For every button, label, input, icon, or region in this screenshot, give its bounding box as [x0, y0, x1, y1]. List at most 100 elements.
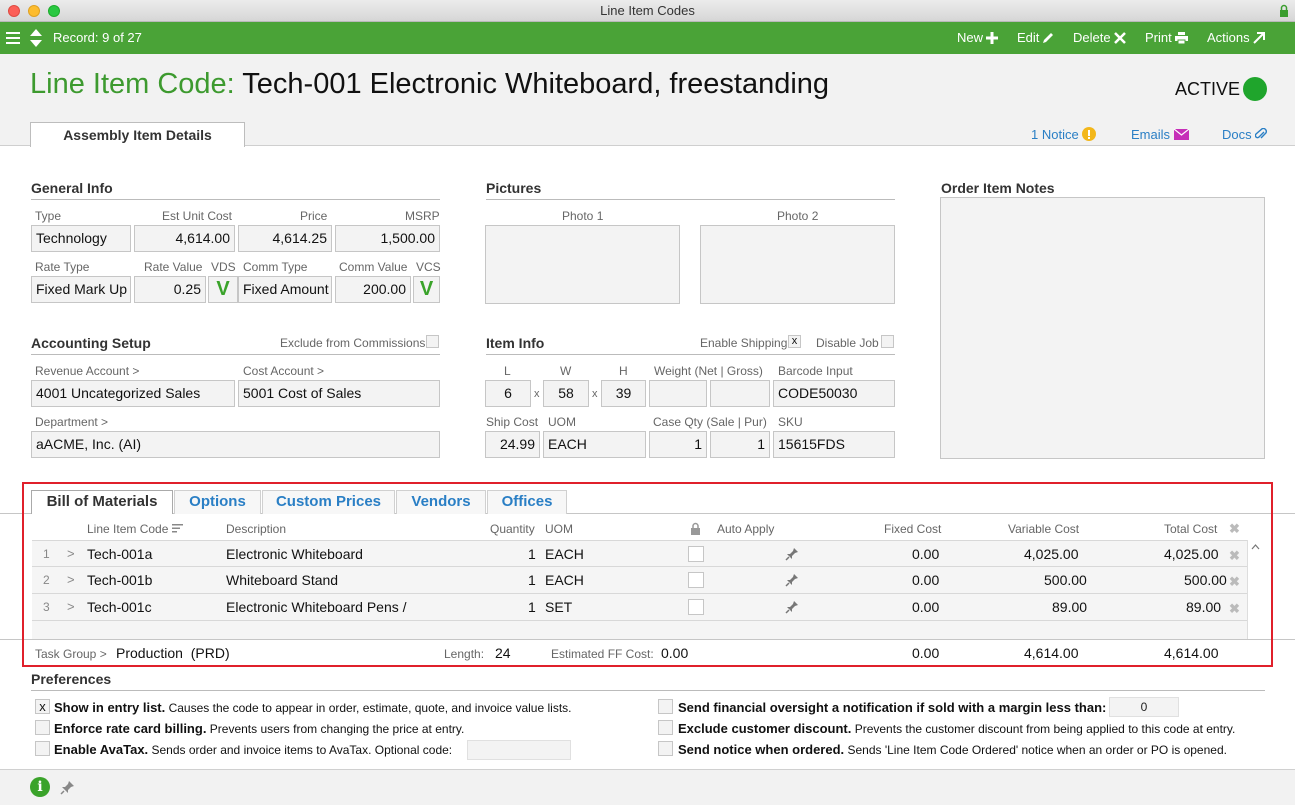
- cost-account-field[interactable]: 5001 Cost of Sales: [238, 380, 440, 407]
- dim-separator: x: [534, 388, 540, 400]
- new-button[interactable]: New: [957, 22, 999, 54]
- notice-ordered-desc: Sends 'Line Item Code Ordered' notice wh…: [844, 743, 1227, 757]
- comm-value-field[interactable]: 200.00: [335, 276, 411, 303]
- notice-ordered-checkbox[interactable]: [658, 741, 673, 756]
- show-entry-checkbox[interactable]: x: [35, 699, 50, 714]
- width-label: W: [560, 364, 572, 378]
- actions-label: Actions: [1207, 30, 1250, 45]
- delete-button[interactable]: Delete: [1073, 22, 1126, 54]
- case-qty-pur-field[interactable]: 1: [710, 431, 770, 458]
- case-qty-sale-field[interactable]: 1: [649, 431, 707, 458]
- vcs-check-icon[interactable]: V: [413, 276, 440, 303]
- enable-shipping-label: Enable Shipping: [700, 336, 788, 350]
- new-label: New: [957, 30, 984, 45]
- avatax-desc: Sends order and invoice items to AvaTax.…: [148, 743, 453, 757]
- revenue-account-label[interactable]: Revenue Account >: [35, 364, 139, 378]
- exclude-discount-bold: Exclude customer discount.: [678, 721, 852, 736]
- close-window-button[interactable]: [8, 5, 20, 17]
- length-field[interactable]: 6: [485, 380, 531, 407]
- notice-ordered-bold: Send notice when ordered.: [678, 742, 845, 757]
- exclude-discount-text: Exclude customer discount. Prevents the …: [678, 721, 1235, 736]
- photo2-label: Photo 2: [777, 209, 819, 223]
- envelope-icon: [1173, 128, 1190, 140]
- weight-net-field[interactable]: [649, 380, 707, 407]
- width-field[interactable]: 58: [543, 380, 589, 407]
- exclude-commissions-label: Exclude from Commissions: [280, 336, 426, 350]
- rate-card-bold: Enforce rate card billing.: [54, 721, 207, 736]
- rate-type-field[interactable]: Fixed Mark Up: [31, 276, 131, 303]
- order-item-notes-field[interactable]: [940, 197, 1265, 459]
- vds-check-icon[interactable]: V: [208, 276, 238, 303]
- highlight-frame: [22, 482, 1273, 667]
- case-qty-label: Case Qty (Sale | Pur): [653, 415, 767, 429]
- avatax-code-field[interactable]: [467, 740, 571, 760]
- enable-shipping-checkbox[interactable]: x: [788, 335, 801, 348]
- exclude-commissions-checkbox[interactable]: [426, 335, 439, 348]
- department-label[interactable]: Department >: [35, 415, 108, 429]
- page-title: Line Item Code: Tech-001 Electronic Whit…: [30, 68, 829, 101]
- tab-assembly-item-details[interactable]: Assembly Item Details: [30, 122, 245, 147]
- notice-label: 1 Notice: [1031, 127, 1079, 142]
- title-value: Tech-001 Electronic Whiteboard, freestan…: [242, 68, 830, 100]
- minimize-window-button[interactable]: [28, 5, 40, 17]
- pin-icon[interactable]: [60, 780, 75, 795]
- exclude-discount-checkbox[interactable]: [658, 720, 673, 735]
- msrp-field[interactable]: 1,500.00: [335, 225, 440, 252]
- info-icon[interactable]: i: [30, 777, 50, 797]
- dim-separator: x: [592, 388, 598, 400]
- status-indicator: [1243, 77, 1267, 101]
- oversight-checkbox[interactable]: [658, 699, 673, 714]
- edit-button[interactable]: Edit: [1017, 22, 1054, 54]
- exclamation-icon: [1082, 127, 1097, 141]
- avatax-text: Enable AvaTax. Sends order and invoice i…: [54, 742, 452, 757]
- price-label: Price: [300, 209, 328, 223]
- docs-link[interactable]: Docs: [1222, 127, 1268, 142]
- comm-type-field[interactable]: Fixed Amount: [238, 276, 332, 303]
- exclude-discount-desc: Prevents the customer discount from bein…: [851, 722, 1236, 736]
- avatax-checkbox[interactable]: [35, 741, 50, 756]
- print-button[interactable]: Print: [1145, 22, 1188, 54]
- height-label: H: [619, 364, 628, 378]
- est-unit-cost-field[interactable]: 4,614.00: [134, 225, 235, 252]
- menu-icon[interactable]: [6, 31, 20, 45]
- ship-cost-field[interactable]: 24.99: [485, 431, 540, 458]
- cost-account-label[interactable]: Cost Account >: [243, 364, 324, 378]
- uom-field[interactable]: EACH: [543, 431, 646, 458]
- paperclip-icon: [1255, 127, 1268, 139]
- actions-button[interactable]: Actions: [1207, 22, 1265, 54]
- photo2-box[interactable]: [700, 225, 895, 304]
- pencil-icon: [1043, 33, 1054, 43]
- type-field[interactable]: Technology: [31, 225, 131, 252]
- photo1-box[interactable]: [485, 225, 680, 304]
- price-field[interactable]: 4,614.25: [238, 225, 332, 252]
- rate-card-checkbox[interactable]: [35, 720, 50, 735]
- avatax-bold: Enable AvaTax.: [54, 742, 149, 757]
- general-info-heading: General Info: [31, 180, 440, 200]
- rate-value-label: Rate Value: [144, 260, 203, 274]
- rate-value-field[interactable]: 0.25: [134, 276, 206, 303]
- emails-link[interactable]: Emails: [1131, 127, 1190, 142]
- oversight-margin-field[interactable]: 0: [1109, 697, 1179, 717]
- window-titlebar: Line Item Codes: [0, 0, 1295, 22]
- notice-link[interactable]: 1 Notice: [1031, 127, 1097, 142]
- sku-field[interactable]: 15615FDS: [773, 431, 895, 458]
- preferences-heading: Preferences: [31, 671, 1265, 691]
- record-nav-icon[interactable]: [29, 28, 43, 48]
- show-entry-desc: Causes the code to appear in order, esti…: [165, 701, 572, 715]
- height-field[interactable]: 39: [601, 380, 646, 407]
- disable-job-checkbox[interactable]: [881, 335, 894, 348]
- zoom-window-button[interactable]: [48, 5, 60, 17]
- department-field[interactable]: aACME, Inc. (AI): [31, 431, 440, 458]
- barcode-field[interactable]: CODE50030: [773, 380, 895, 407]
- revenue-account-field[interactable]: 4001 Uncategorized Sales: [31, 380, 235, 407]
- ship-cost-label: Ship Cost: [486, 415, 539, 429]
- oversight-text: Send financial oversight a notification …: [678, 700, 1106, 715]
- disable-job-label: Disable Job: [816, 336, 879, 350]
- length-label: L: [504, 364, 511, 378]
- rate-card-desc: Prevents users from changing the price a…: [206, 722, 465, 736]
- emails-label: Emails: [1131, 127, 1171, 142]
- x-icon: [1113, 32, 1126, 44]
- weight-gross-field[interactable]: [710, 380, 770, 407]
- photo1-label: Photo 1: [562, 209, 604, 223]
- oversight-bold: Send financial oversight a notification …: [678, 700, 1107, 715]
